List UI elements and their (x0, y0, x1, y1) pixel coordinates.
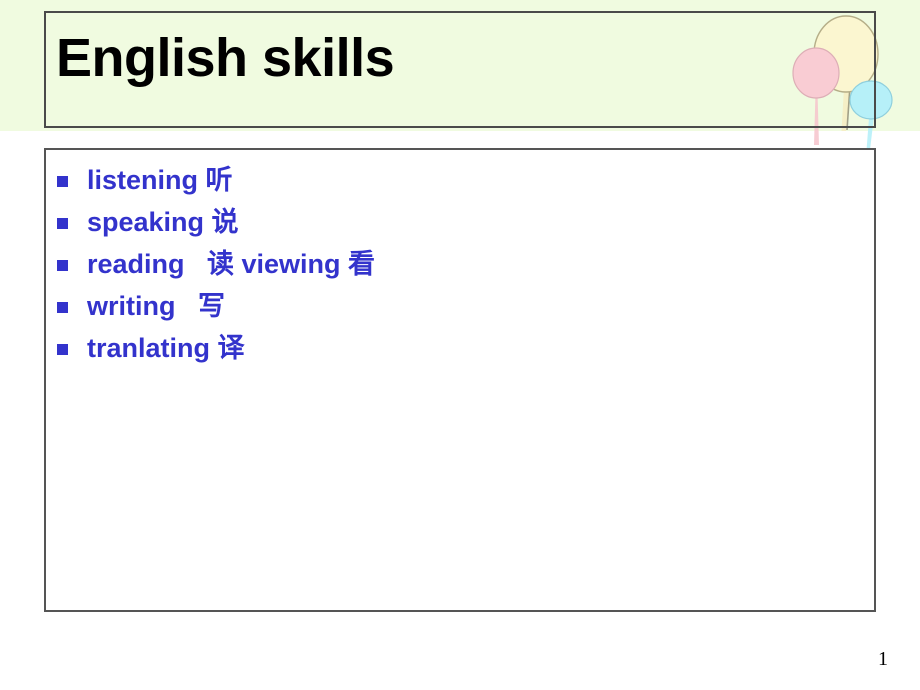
title-placeholder[interactable]: English skills (44, 11, 876, 128)
page-number: 1 (878, 648, 888, 670)
list-item[interactable]: listening 听 (57, 159, 857, 201)
list-item[interactable]: writing 写 (57, 285, 857, 327)
square-bullet-icon (57, 301, 68, 313)
list-item-label: tranlating 译 (87, 332, 245, 363)
square-bullet-icon (57, 175, 68, 187)
slide: English skills listening 听 speaking 说 re… (0, 0, 920, 690)
list-item-label: writing 写 (87, 290, 225, 321)
list-item-label: speaking 说 (87, 206, 239, 237)
list-item[interactable]: speaking 说 (57, 201, 857, 243)
page-title: English skills (56, 28, 395, 88)
square-bullet-icon (57, 343, 68, 355)
list-item[interactable]: tranlating 译 (57, 327, 857, 369)
square-bullet-icon (57, 217, 68, 229)
list-item-label: reading 读 viewing 看 (87, 248, 376, 279)
list-item[interactable]: reading 读 viewing 看 (57, 243, 857, 285)
square-bullet-icon (57, 259, 68, 271)
content-placeholder[interactable]: listening 听 speaking 说 reading 读 viewing… (44, 148, 876, 612)
bullet-list: listening 听 speaking 说 reading 读 viewing… (57, 159, 857, 369)
list-item-label: listening 听 (87, 164, 233, 195)
